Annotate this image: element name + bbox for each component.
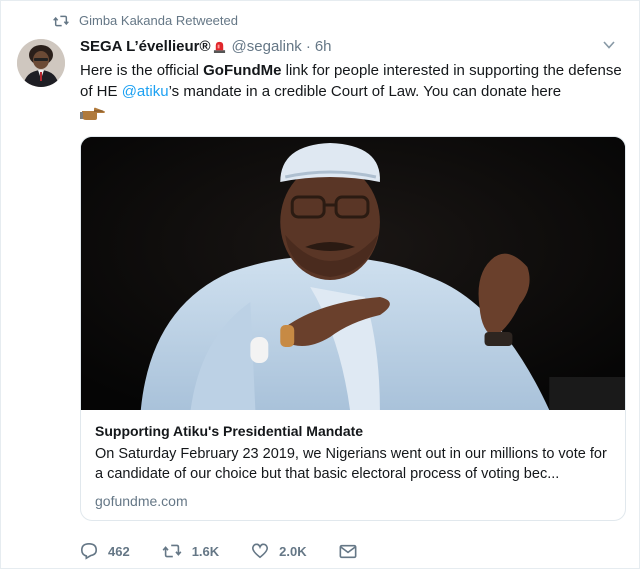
retweet-context-text[interactable]: Gimba Kakanda Retweeted — [79, 13, 238, 28]
handle[interactable]: @segalink — [232, 38, 302, 55]
chevron-down-icon[interactable] — [603, 41, 615, 49]
separator-dot: · — [305, 38, 311, 55]
gofundme-link[interactable]: GoFundMe — [203, 62, 281, 79]
card-image — [81, 137, 625, 410]
reply-count: 462 — [108, 543, 130, 559]
action-bar: 462 1.6K 2.0K — [80, 542, 399, 560]
timestamp[interactable]: 6h — [315, 38, 332, 55]
envelope-icon — [339, 544, 357, 558]
like-button[interactable]: 2.0K — [251, 543, 307, 559]
tweet-text: Here is the official GoFundMe link for p… — [80, 60, 625, 121]
card-domain: gofundme.com — [95, 493, 188, 509]
retweet-icon — [53, 15, 69, 26]
tweet-text-part1: Here is the official — [80, 62, 204, 79]
retweet-icon — [162, 544, 182, 558]
retweet-context: Gimba Kakanda Retweeted — [53, 13, 238, 28]
like-count: 2.0K — [279, 543, 307, 559]
tweet-text-part3: ’s mandate in a credible Court of Law. Y… — [168, 83, 562, 100]
tweet[interactable]: Gimba Kakanda Retweeted SEGA L’évellieur… — [0, 0, 640, 569]
tweet-header: SEGA L’évellieur® @segalink · 6h — [80, 38, 623, 55]
card-description: On Saturday February 23 2019, we Nigeria… — [95, 446, 607, 482]
heart-icon — [252, 543, 269, 559]
retweet-count: 1.6K — [191, 543, 220, 559]
mention-link[interactable]: @atiku — [122, 83, 169, 100]
display-name[interactable]: SEGA L’évellieur® — [80, 38, 211, 55]
card-title[interactable]: Supporting Atiku's Presidential Mandate — [95, 423, 613, 439]
avatar[interactable] — [17, 39, 65, 87]
reply-button[interactable]: 462 — [80, 542, 130, 560]
retweet-button[interactable]: 1.6K — [162, 543, 219, 559]
card-body: Supporting Atiku's Presidential Mandate … — [81, 410, 625, 509]
siren-emoji-icon — [213, 41, 225, 53]
direct-message-button[interactable] — [339, 544, 367, 559]
avatar-image — [17, 39, 65, 87]
reply-icon — [80, 542, 98, 560]
link-card[interactable]: Supporting Atiku's Presidential Mandate … — [80, 136, 626, 521]
pointing-hand-emoji-icon — [80, 107, 105, 120]
